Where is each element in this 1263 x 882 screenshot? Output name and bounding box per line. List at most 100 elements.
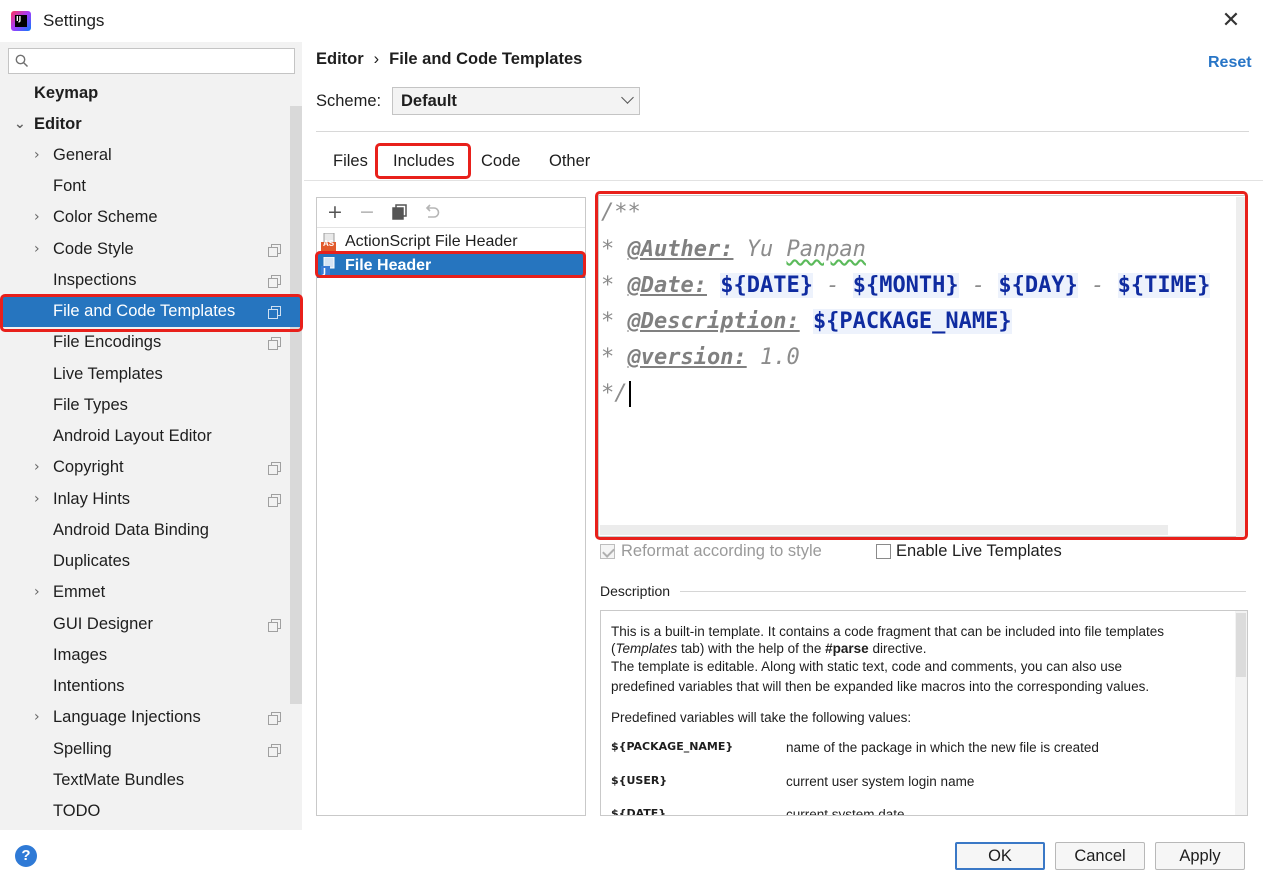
editor-vertical-scrollbar[interactable] — [1236, 197, 1246, 537]
variable-description: current user system login name — [786, 774, 975, 789]
ok-button[interactable]: OK — [955, 842, 1045, 870]
remove-icon[interactable]: − — [357, 202, 377, 222]
reformat-label: Reformat according to style — [621, 542, 822, 560]
divider — [316, 131, 1249, 132]
project-scope-icon — [268, 275, 281, 288]
intellij-app-icon: IJ — [11, 11, 31, 31]
sidebar-item-inspections[interactable]: Inspections — [0, 265, 290, 296]
chevron-right-icon[interactable]: › — [34, 702, 48, 733]
sidebar-scrollbar[interactable] — [290, 106, 302, 704]
code-line: * @Auther: Yu Panpan — [601, 237, 866, 262]
project-scope-icon — [268, 306, 281, 319]
apply-button[interactable]: Apply — [1155, 842, 1245, 870]
sidebar-item-file-encodings[interactable]: File Encodings — [0, 327, 290, 358]
chevron-right-icon[interactable]: › — [34, 234, 48, 265]
enable-live-templates-checkbox[interactable] — [876, 544, 891, 559]
list-item-selected[interactable]: J File Header — [317, 254, 585, 278]
code-line: * @Date: ${DATE} - ${MONTH} - ${DAY} - $… — [601, 273, 1211, 298]
sidebar-item-keymap[interactable]: Keymap — [0, 78, 290, 109]
title-bar: IJ Settings ✕ — [0, 0, 1263, 42]
sidebar-item-copyright[interactable]: › Copyright — [0, 452, 290, 483]
chevron-down-icon — [621, 91, 634, 104]
project-scope-icon — [268, 494, 281, 507]
sidebar-item-android-layout-editor[interactable]: Android Layout Editor — [0, 421, 290, 452]
description-scrollbar[interactable] — [1235, 611, 1247, 815]
sidebar-item-emmet[interactable]: › Emmet — [0, 577, 290, 608]
variable-name: ${PACKAGE_NAME} — [611, 740, 734, 753]
help-icon[interactable]: ? — [15, 845, 37, 867]
chevron-right-icon[interactable]: › — [34, 484, 48, 515]
sidebar-item-inlay-hints[interactable]: › Inlay Hints — [0, 484, 290, 515]
window-title: Settings — [43, 11, 105, 30]
text-caret — [628, 381, 631, 407]
tab-code[interactable]: Code — [481, 152, 520, 171]
breadcrumb-current: File and Code Templates — [389, 50, 583, 68]
revert-icon[interactable] — [422, 202, 442, 222]
tab-other[interactable]: Other — [549, 152, 590, 171]
chevron-right-icon[interactable]: › — [34, 577, 48, 608]
code-line: * @Description: ${PACKAGE_NAME} — [601, 309, 1012, 334]
variable-description: current system date — [786, 807, 905, 816]
reformat-checkbox[interactable] — [600, 544, 615, 559]
project-scope-icon — [268, 744, 281, 757]
sidebar-item-code-style[interactable]: › Code Style — [0, 234, 290, 265]
sidebar-item-language-injections[interactable]: › Language Injections — [0, 702, 290, 733]
project-scope-icon — [268, 337, 281, 350]
code-line: * @version: 1.0 — [601, 345, 800, 370]
breadcrumb-separator: › — [373, 50, 380, 68]
reset-link[interactable]: Reset — [1208, 54, 1252, 72]
search-input[interactable] — [8, 48, 295, 74]
breadcrumb: Editor › File and Code Templates — [316, 50, 582, 69]
project-scope-icon — [268, 244, 281, 257]
sidebar-item-android-data-binding[interactable]: Android Data Binding — [0, 515, 290, 546]
sidebar-item-file-and-code-templates[interactable]: File and Code Templates — [3, 296, 301, 327]
copy-icon[interactable] — [390, 202, 410, 222]
chevron-right-icon[interactable]: › — [34, 140, 48, 171]
cancel-button[interactable]: Cancel — [1055, 842, 1145, 870]
scheme-value: Default — [401, 92, 457, 110]
sidebar-item-images[interactable]: Images — [0, 640, 290, 671]
sidebar-item-gui-designer[interactable]: GUI Designer — [0, 609, 290, 640]
variable-name: ${USER} — [611, 774, 668, 787]
editor-horizontal-scrollbar[interactable] — [600, 525, 1168, 535]
description-title: Description — [600, 583, 671, 599]
list-item[interactable]: AS ActionScript File Header — [317, 230, 585, 254]
project-scope-icon — [268, 619, 281, 632]
sidebar-item-file-types[interactable]: File Types — [0, 390, 290, 421]
variable-name: ${DATE} — [611, 807, 667, 816]
chevron-right-icon[interactable]: › — [34, 452, 48, 483]
sidebar-item-spelling[interactable]: Spelling — [0, 734, 290, 765]
tabs-divider — [304, 180, 1263, 181]
variable-description: name of the package in which the new fil… — [786, 740, 1099, 755]
project-scope-icon — [268, 712, 281, 725]
project-scope-icon — [268, 462, 281, 475]
breadcrumb-parent[interactable]: Editor — [316, 50, 364, 68]
sidebar-item-color-scheme[interactable]: › Color Scheme — [0, 202, 290, 233]
chevron-down-icon[interactable]: ⌄ — [14, 109, 28, 140]
code-line: /** — [601, 200, 641, 225]
enable-live-templates-label: Enable Live Templates — [896, 542, 1062, 560]
list-toolbar: + − — [317, 198, 585, 228]
scheme-label: Scheme: — [316, 92, 382, 110]
java-file-icon: J — [321, 257, 335, 275]
svg-text:J: J — [322, 267, 326, 275]
scheme-dropdown[interactable]: Default — [392, 87, 640, 115]
code-line: */ — [601, 381, 631, 407]
template-list-panel: + − AS ActionScript File Header J File H… — [316, 197, 586, 816]
description-panel: This is a built-in template. It contains… — [600, 610, 1248, 816]
sidebar-item-intentions[interactable]: Intentions — [0, 671, 290, 702]
sidebar-item-font[interactable]: Font — [0, 171, 290, 202]
actionscript-icon-label: AS — [323, 239, 335, 248]
add-icon[interactable]: + — [325, 202, 345, 222]
sidebar-item-duplicates[interactable]: Duplicates — [0, 546, 290, 577]
sidebar-item-live-templates[interactable]: Live Templates — [0, 359, 290, 390]
sidebar-item-editor[interactable]: ⌄ Editor — [0, 109, 290, 140]
sidebar-item-general[interactable]: › General — [0, 140, 290, 171]
sidebar-item-todo[interactable]: TODO — [0, 796, 290, 827]
close-icon[interactable]: ✕ — [1219, 9, 1243, 33]
description-divider — [680, 591, 1246, 592]
tab-files[interactable]: Files — [333, 152, 368, 171]
sidebar-item-textmate-bundles[interactable]: TextMate Bundles — [0, 765, 290, 796]
chevron-right-icon[interactable]: › — [34, 202, 48, 233]
tab-includes[interactable]: Includes — [393, 152, 454, 171]
